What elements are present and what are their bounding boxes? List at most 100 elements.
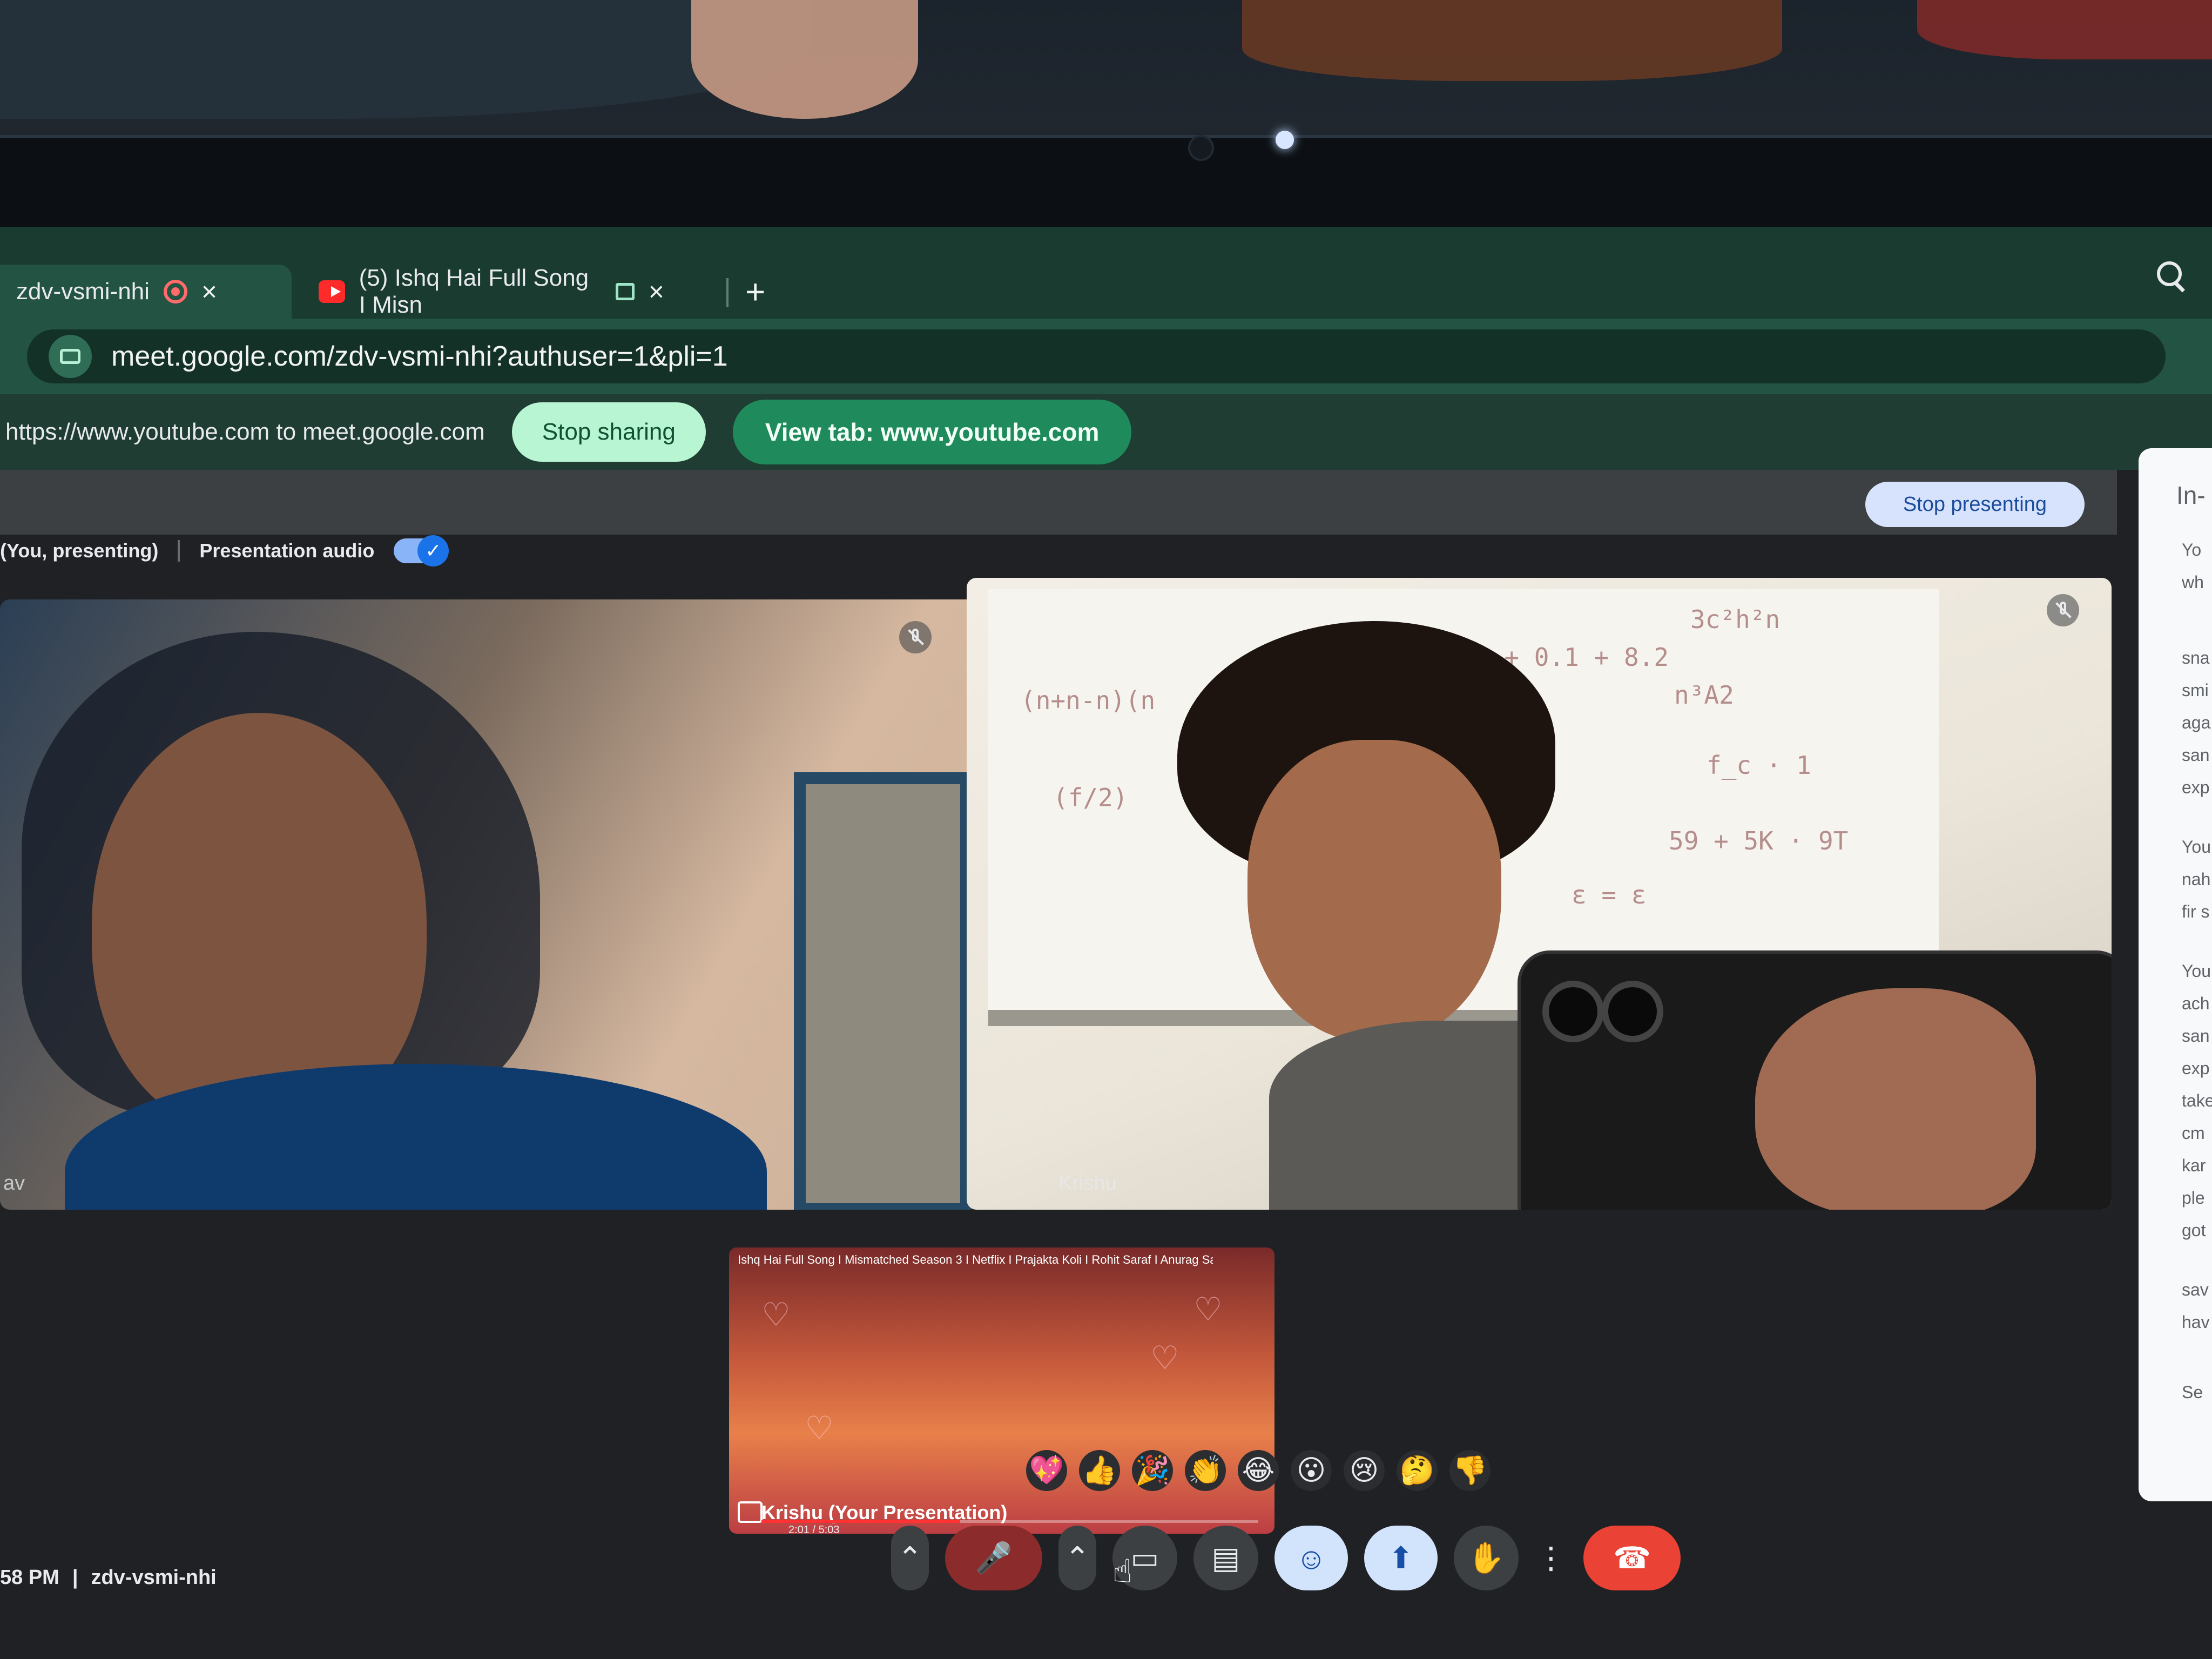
meet-app: Stop presenting (You, presenting) Presen… [0,448,2212,1659]
reaction-emoji[interactable]: 😢 [1344,1450,1385,1491]
participant-name-right: Krishu [1058,1172,1117,1195]
chat-message-fragment: cm [2182,1123,2205,1143]
audio-options-chevron-icon[interactable]: ⌃ [891,1526,929,1590]
video-progress-bar[interactable] [761,1520,1258,1523]
participant-tile-left[interactable]: av [0,599,977,1210]
captions-button[interactable]: ▤ [1193,1526,1258,1590]
view-tab-button[interactable]: View tab: www.youtube.com [732,400,1132,464]
laptop-screen: zdv-vsmi-nhi × (5) Ishq Hai Full Song I … [0,227,2212,1659]
presentation-audio-label: Presentation audio [199,539,375,562]
reaction-emoji[interactable]: 👍 [1079,1450,1120,1491]
presentation-audio-toggle[interactable] [394,535,449,567]
chat-message-fragment: ple [2182,1188,2205,1208]
reaction-emoji[interactable]: 👎 [1449,1450,1491,1491]
close-tab-icon[interactable]: × [649,276,664,307]
emoji-reactions-button[interactable]: ☺ [1274,1526,1348,1590]
tab-meet[interactable]: zdv-vsmi-nhi × [0,265,292,319]
present-now-button[interactable]: ⬆ [1364,1526,1438,1590]
heart-decoration: ♡ [1193,1291,1223,1327]
sharing-infobar: https://www.youtube.com to meet.google.c… [0,394,2212,470]
side-panel-title: In- [2176,481,2206,509]
divider: | [72,1566,78,1589]
participant-tile-right[interactable]: (n+n-n)(n 2 + 0.1 + 8.2 3c²h²n n³A2 f_c … [967,578,2112,1210]
heart-decoration: ♡ [1150,1340,1179,1376]
wall-panel [794,772,972,1210]
reaction-emoji[interactable]: 💖 [1026,1450,1067,1491]
chat-message-fragment: wh [2182,572,2204,592]
raise-hand-button[interactable]: ✋ [1454,1526,1519,1590]
chat-message-fragment: take [2182,1091,2212,1110]
stop-sharing-button[interactable]: Stop sharing [511,402,706,462]
reaction-emoji[interactable]: 🤔 [1397,1450,1438,1491]
reaction-emoji[interactable]: 👏 [1185,1450,1226,1491]
mouse-cursor-icon: ☝ [1112,1553,1132,1589]
chat-message-fragment: hav [2182,1312,2210,1332]
heart-decoration: ♡ [761,1297,791,1333]
mic-off-icon [899,621,932,653]
chat-message-fragment: aga [2182,713,2211,732]
participant-face [1247,740,1501,1042]
chat-message-fragment: You [2182,961,2211,981]
video-progress-fill [761,1520,960,1523]
address-bar[interactable]: meet.google.com/zdv-vsmi-nhi?authuser=1&… [27,329,2166,383]
chat-message-fragment: kar [2182,1156,2206,1175]
search-icon[interactable] [2155,259,2187,292]
chat-message-fragment: got [2182,1220,2206,1240]
presenting-label: (You, presenting) [0,539,159,562]
webcam-lens [1188,135,1214,161]
video-time: 2:01 / 5:03 [788,1524,840,1534]
fabric-brown [1242,0,1782,81]
divider [178,540,180,562]
chat-message-fragment: san [2182,745,2210,765]
meeting-code: zdv-vsmi-nhi [91,1566,217,1589]
chat-message-fragment: fir s [2182,902,2210,921]
close-tab-icon[interactable]: × [201,276,217,307]
chat-message-fragment: nah [2182,869,2211,889]
reaction-bar: 💖 👍 🎉 👏 😂 😮 😢 🤔 👎 [1026,1450,1491,1491]
chat-message-fragment: ach [2182,994,2210,1013]
call-controls: ⌃ 🎤 ⌃ ▭ ▤ ☺ ⬆ ✋ ⋮ ☎ [891,1526,1681,1590]
chat-message-fragment: san [2182,1026,2210,1046]
sharing-text: https://www.youtube.com to meet.google.c… [5,419,485,445]
clock-time: 58 PM [0,1566,59,1589]
leave-call-button[interactable]: ☎ [1583,1526,1681,1590]
mic-off-icon [2047,594,2079,626]
meet-site-icon[interactable] [49,335,92,378]
reaction-emoji[interactable]: 🎉 [1132,1450,1173,1491]
phone-camera [1602,981,1663,1042]
chat-message-fragment: sav [2182,1280,2209,1299]
tab-meet-label: zdv-vsmi-nhi [16,278,150,305]
youtube-icon [319,280,345,303]
chat-message-fragment: exp [2182,778,2210,797]
tab-youtube-label: (5) Ishq Hai Full Song I Misn [359,265,589,318]
heart-decoration: ♡ [805,1410,834,1446]
reaction-emoji[interactable]: 😮 [1291,1450,1332,1491]
in-call-messages-panel[interactable]: In- Yo wh sna smi aga san exp You nah fir s You ach… [2139,448,2212,1501]
cast-icon [616,283,635,300]
presentation-row: (You, presenting) Presentation audio [0,524,449,578]
chat-message-fragment: sna [2182,648,2210,667]
browser-toolbar: meet.google.com/zdv-vsmi-nhi?authuser=1&… [0,319,2212,394]
tab-strip: zdv-vsmi-nhi × (5) Ishq Hai Full Song I … [0,227,2212,319]
hand-background [691,0,918,119]
phone-camera [1542,981,1604,1042]
chat-message-fragment: exp [2182,1058,2210,1078]
chat-message-fragment: Yo [2182,540,2202,559]
new-tab-button[interactable]: + [745,265,778,319]
stop-presenting-button[interactable]: Stop presenting [1865,482,2085,527]
tab-separator [726,278,729,307]
url-text[interactable]: meet.google.com/zdv-vsmi-nhi?authuser=1&… [111,340,728,373]
recording-icon [163,280,187,304]
fabric-dark [0,0,810,119]
mic-off-button[interactable]: 🎤 [945,1526,1042,1590]
tab-youtube[interactable]: (5) Ishq Hai Full Song I Misn × [302,265,680,319]
video-options-chevron-icon[interactable]: ⌃ [1058,1526,1096,1590]
reaction-emoji[interactable]: 😂 [1238,1450,1279,1491]
video-title: Ishq Hai Full Song I Mismatched Season 3… [738,1253,1213,1266]
webcam-light [1276,131,1294,149]
chat-message-fragment: You [2182,837,2211,857]
more-options-icon[interactable]: ⋮ [1535,1526,1567,1590]
present-screen-icon [738,1501,763,1523]
chat-message-fragment: Se [2182,1382,2203,1402]
fabric-red [1917,0,2212,59]
